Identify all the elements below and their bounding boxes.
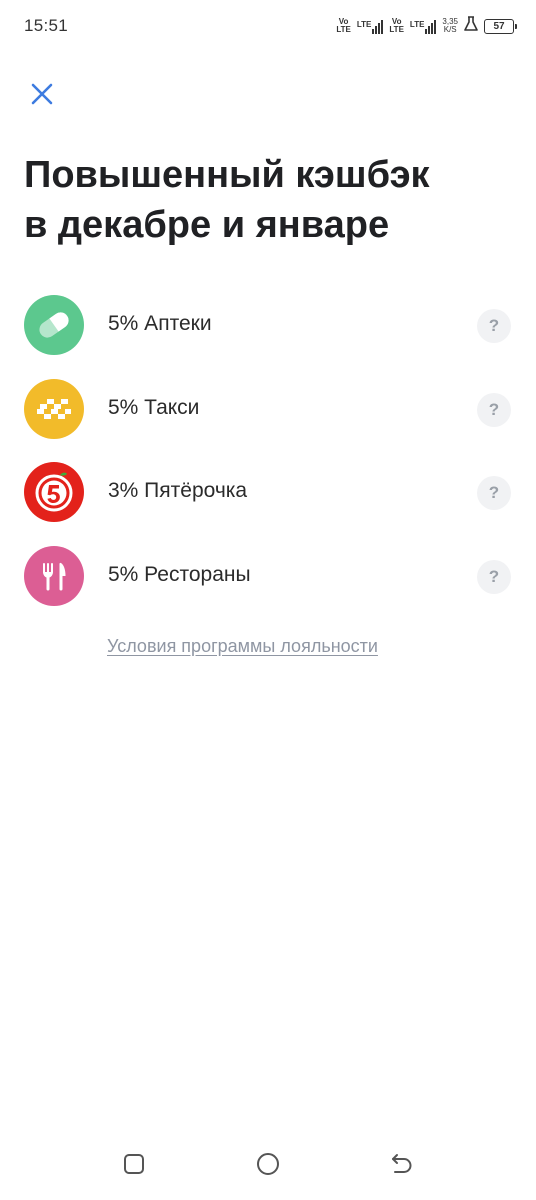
help-button[interactable]: ? xyxy=(477,559,511,594)
cashback-item-label: 5% Такси xyxy=(108,395,200,419)
question-mark-icon: ? xyxy=(488,566,500,586)
page-title: Повышенный кэшбэк в декабре и январе xyxy=(24,150,504,250)
battery-level: 57 xyxy=(493,20,505,32)
cashback-item-pyaterochka[interactable]: 3% Пятёрочка ? xyxy=(0,459,536,543)
fork-knife-icon xyxy=(24,545,84,606)
cashback-item-restaurants[interactable]: 5% Рестораны ? xyxy=(0,543,536,627)
back-button[interactable] xyxy=(388,1152,416,1180)
status-icons: Vo LTE LTE Vo LTE LTE 3,35 K/S 57 xyxy=(336,14,517,38)
question-mark-icon: ? xyxy=(488,316,500,335)
sim2-volte-indicator: Vo LTE xyxy=(389,17,404,34)
page-title-line1: Повышенный кэшбэк xyxy=(24,154,430,196)
sim1-volte-indicator: Vo LTE xyxy=(336,17,351,34)
cashback-item-label: 3% Пятёрочка xyxy=(108,479,248,502)
sim1-signal-icon: LTE xyxy=(357,18,384,34)
network-speed: 3,35 K/S xyxy=(442,17,458,34)
question-mark-icon: ? xyxy=(488,483,500,502)
close-button[interactable] xyxy=(24,78,60,114)
status-time: 15:51 xyxy=(24,16,69,35)
cashback-item-taxi[interactable]: 5% Такси ? xyxy=(0,376,536,460)
loyalty-program-terms-link[interactable]: Условия программы лояльности xyxy=(107,636,378,657)
taxi-checker-icon xyxy=(24,378,84,439)
cashback-item-label: 5% Рестораны xyxy=(108,562,251,586)
home-button[interactable] xyxy=(254,1152,282,1180)
flask-icon xyxy=(464,15,478,37)
pyaterochka-logo-icon xyxy=(24,462,84,522)
status-bar: 15:51 Vo LTE LTE Vo LTE LTE 3,35 K/S 57 xyxy=(0,0,536,54)
question-mark-icon: ? xyxy=(488,399,500,419)
help-button[interactable]: ? xyxy=(477,476,511,510)
close-icon xyxy=(30,82,54,111)
battery-icon: 57 xyxy=(484,18,517,34)
sim2-signal-icon: LTE xyxy=(410,18,437,34)
cashback-item-label: 5% Аптеки xyxy=(108,312,212,335)
cashback-category-list: 5% Аптеки ? 5% Такси ? 3% Пятёрочка ? 5%… xyxy=(0,292,536,626)
pill-icon xyxy=(24,295,84,355)
recent-apps-icon xyxy=(122,1152,146,1181)
system-nav-bar xyxy=(0,1130,536,1200)
help-button[interactable]: ? xyxy=(477,309,511,343)
home-icon xyxy=(255,1151,281,1182)
back-icon xyxy=(389,1151,415,1182)
cashback-item-pharmacy[interactable]: 5% Аптеки ? xyxy=(0,292,536,376)
page-title-line2: в декабре и январе xyxy=(24,204,390,246)
recent-apps-button[interactable] xyxy=(120,1152,148,1180)
help-button[interactable]: ? xyxy=(477,392,511,427)
